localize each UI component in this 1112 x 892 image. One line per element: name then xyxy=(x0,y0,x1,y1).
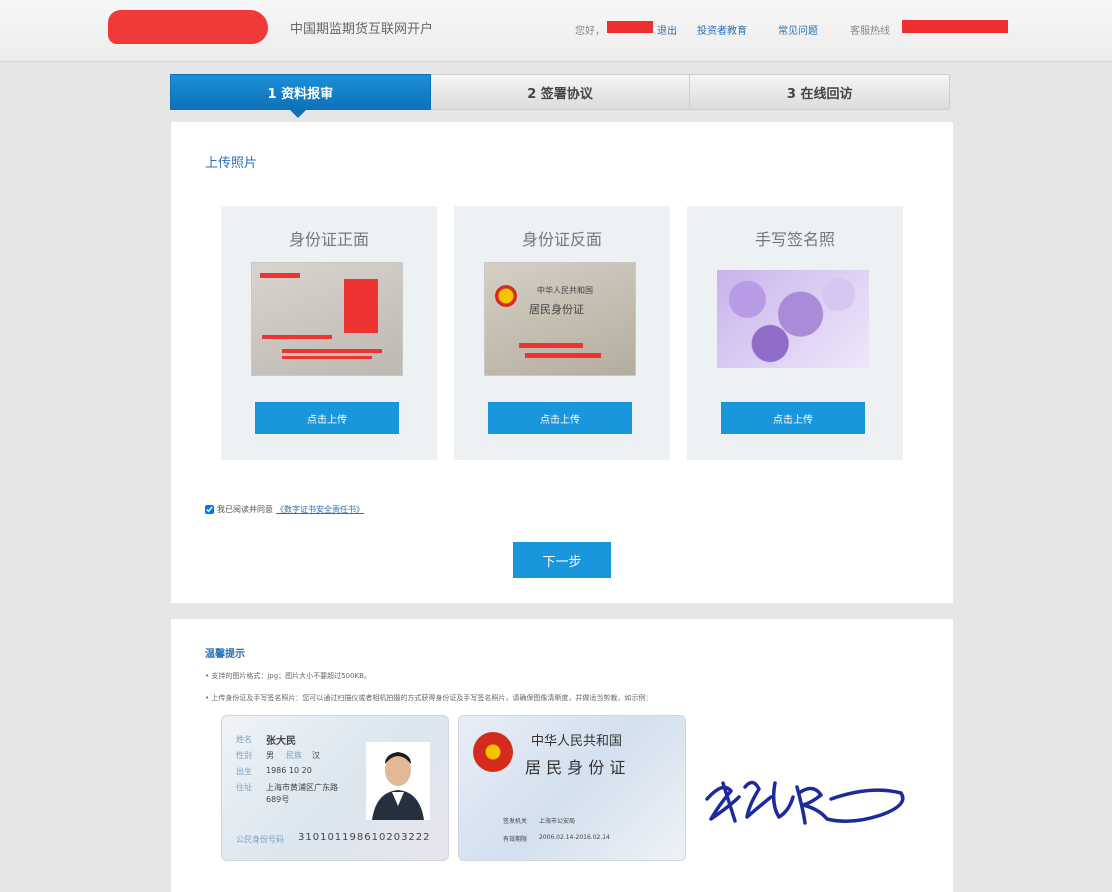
redaction xyxy=(519,343,583,348)
tip-format: • 支持的图片格式：jpg；图片大小不要超过500KB。 xyxy=(205,672,371,680)
upload-section-title: 上传照片 xyxy=(205,156,258,171)
id-front-title: 身份证正面 xyxy=(288,230,369,249)
investor-education-link[interactable]: 投资者教育 xyxy=(697,22,747,37)
username-redacted xyxy=(607,21,653,33)
sample-validity-label: 有效期限 xyxy=(503,836,528,843)
portrait-icon xyxy=(366,742,430,820)
signature-title: 手写签名照 xyxy=(754,230,835,249)
sample-address-line1: 上海市黄浦区广东路 xyxy=(266,783,338,792)
sample-address-label: 住址 xyxy=(236,783,252,792)
sample-validity: 2006.02.14-2016.02.14 xyxy=(539,834,610,841)
id-back-line2: 居民身份证 xyxy=(529,303,584,316)
sample-birth: 1986 10 20 xyxy=(266,766,312,775)
upload-signature-button[interactable]: 点击上传 xyxy=(721,402,865,434)
logo-redacted xyxy=(108,10,268,44)
id-back-preview: 中华人民共和国 居民身份证 xyxy=(484,262,636,376)
agreement-text: 我已阅读并同意 xyxy=(217,505,273,514)
logout-link[interactable]: 退出 xyxy=(657,22,677,37)
sample-ethnic-label: 民族 xyxy=(286,751,302,760)
signature-icon xyxy=(705,780,905,825)
upload-id-back-button[interactable]: 点击上传 xyxy=(488,402,632,434)
sample-id-back: 中华人民共和国 居 民 身 份 证 签发机关 上海市公安局 有效期限 2006.… xyxy=(458,715,686,861)
sample-ethnic: 汉 xyxy=(312,751,320,760)
sample-signature xyxy=(701,753,921,843)
sample-address-line2: 689号 xyxy=(266,795,290,804)
sample-name: 张大民 xyxy=(266,736,296,747)
hotline-label: 客服热线 xyxy=(850,26,890,37)
agreement-row: 我已阅读并同意 《数字证书安全责任书》 xyxy=(205,504,364,515)
national-emblem-icon xyxy=(495,285,517,307)
id-front-card: 身份证正面 点击上传 xyxy=(221,206,437,460)
portrait-photo xyxy=(366,742,430,820)
sample-id-label: 公民身份号码 xyxy=(236,835,284,844)
id-front-preview xyxy=(251,262,403,376)
sample-id-front: 姓名 张大民 性别 男 民族 汉 出生 1986 10 20 住址 上海市黄浦区… xyxy=(221,715,449,861)
id-back-card: 身份证反面 中华人民共和国 居民身份证 点击上传 xyxy=(454,206,670,460)
tip-upload-instructions: • 上传身份证及手写签名照片：您可以通过扫描仪或者相机拍摄的方式获得身份证及手写… xyxy=(205,694,653,702)
sample-gender: 男 xyxy=(266,751,274,760)
redaction xyxy=(262,335,332,339)
agreement-link[interactable]: 《数字证书安全责任书》 xyxy=(276,504,364,515)
sample-gender-label: 性别 xyxy=(236,751,252,760)
sample-name-label: 姓名 xyxy=(236,735,252,744)
greeting-text: 您好， xyxy=(575,26,605,37)
agreement-checkbox[interactable] xyxy=(205,505,214,514)
sample-id-number: 310101198610203222 xyxy=(298,832,431,843)
tips-panel: 温馨提示 • 支持的图片格式：jpg；图片大小不要超过500KB。 • 上传身份… xyxy=(171,619,953,892)
id-back-title: 身份证反面 xyxy=(521,230,602,249)
redaction xyxy=(282,349,382,353)
sample-birth-label: 出生 xyxy=(236,767,252,776)
signature-preview-placeholder xyxy=(717,270,869,368)
sample-authority-label: 签发机关 xyxy=(503,818,528,825)
hotline-number-redacted xyxy=(902,20,1008,33)
step-2-tab[interactable]: 2 签署协议 xyxy=(430,74,691,110)
tips-title: 温馨提示 xyxy=(205,649,245,660)
sample-back-line1: 中华人民共和国 xyxy=(531,734,623,749)
step-1-tab[interactable]: 1 资料报审 xyxy=(170,74,431,110)
step-3-tab[interactable]: 3 在线回访 xyxy=(690,74,951,110)
national-emblem-icon xyxy=(473,732,513,772)
faq-link[interactable]: 常见问题 xyxy=(778,22,818,37)
sample-authority: 上海市公安局 xyxy=(539,818,576,825)
signature-card: 手写签名照 点击上传 xyxy=(687,206,903,460)
step-tabs: 1 资料报审 2 签署协议 3 在线回访 xyxy=(170,74,951,110)
sample-back-line2: 居 民 身 份 证 xyxy=(525,758,626,777)
active-step-pointer xyxy=(290,110,306,118)
top-header: 中国期监期货互联网开户 您好， 退出 投资者教育 常见问题 客服热线 xyxy=(0,0,1112,62)
redaction xyxy=(344,279,378,333)
id-back-line1: 中华人民共和国 xyxy=(537,286,593,295)
redaction xyxy=(260,273,300,278)
upload-id-front-button[interactable]: 点击上传 xyxy=(255,402,399,434)
next-step-button[interactable]: 下一步 xyxy=(513,542,611,578)
redaction xyxy=(525,353,601,358)
upload-panel: 上传照片 身份证正面 点击上传 身份证反面 中华人民共和国 居民身份证 点击上传… xyxy=(171,122,953,603)
site-title: 中国期监期货互联网开户 xyxy=(290,22,434,37)
redaction xyxy=(282,356,372,359)
